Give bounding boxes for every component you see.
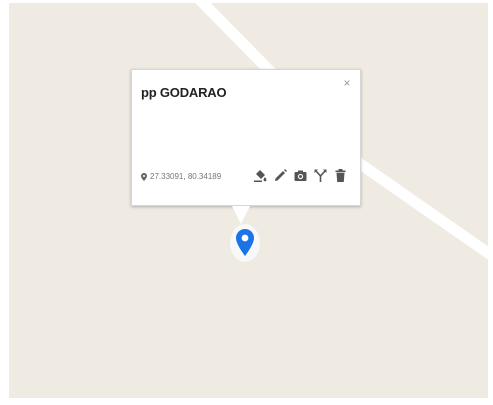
popup-title: pp GODARAO <box>141 85 227 100</box>
trash-icon[interactable] <box>334 169 347 182</box>
coordinates-text: 27.33091, 80.34189 <box>150 172 222 181</box>
pencil-icon[interactable] <box>274 169 287 182</box>
coordinates-row: 27.33091, 80.34189 <box>141 172 221 181</box>
popup-pointer <box>232 206 250 224</box>
popup-actions <box>254 169 347 182</box>
route-icon[interactable] <box>314 169 327 182</box>
map-canvas[interactable]: pp GODARAO × 27.33091, 80.34189 <box>9 3 488 398</box>
map-pin-icon[interactable] <box>236 229 254 256</box>
location-pin-icon <box>141 172 147 181</box>
screenshot-frame: pp GODARAO × 27.33091, 80.34189 <box>0 0 493 405</box>
paint-bucket-icon[interactable] <box>254 169 267 182</box>
info-popup: pp GODARAO × 27.33091, 80.34189 <box>131 69 361 224</box>
camera-icon[interactable] <box>294 169 307 182</box>
close-button[interactable]: × <box>340 76 354 90</box>
